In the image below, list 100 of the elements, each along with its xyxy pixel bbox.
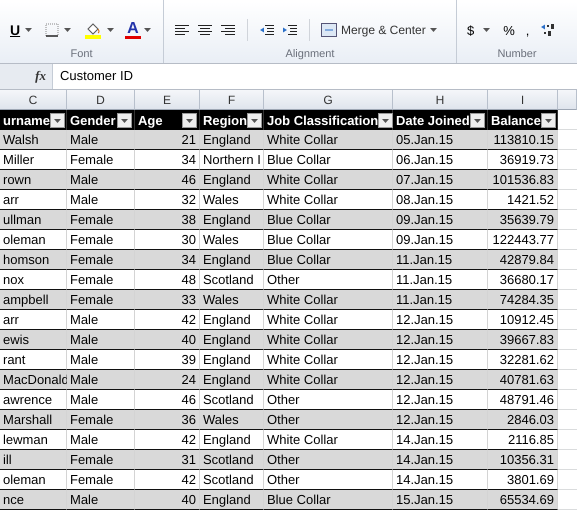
table-cell: 10356.31: [488, 450, 558, 470]
table-cell: 40: [135, 490, 200, 510]
table-cell: 38: [135, 210, 200, 230]
table-cell: rown: [0, 170, 67, 190]
table-cell: Blue Collar: [264, 250, 393, 270]
column-header[interactable]: D: [67, 90, 135, 110]
table-cell: White Collar: [264, 370, 393, 390]
underline-button[interactable]: U: [8, 22, 22, 38]
table-cell: England: [200, 170, 264, 190]
column-header[interactable]: C: [0, 90, 67, 110]
table-cell: 101536.83: [488, 170, 558, 190]
table-cell: 31: [135, 450, 200, 470]
dropdown-arrow-icon[interactable]: [25, 28, 32, 32]
table-cell: 15.Jan.15: [393, 490, 488, 510]
table-cell: Male: [67, 170, 135, 190]
table-cell: Female: [67, 250, 135, 270]
column-header[interactable]: F: [200, 90, 264, 110]
filter-button-icon[interactable]: [378, 112, 394, 128]
table-cell: 46: [135, 170, 200, 190]
filter-button-icon[interactable]: [117, 112, 132, 128]
table-cell: 11.Jan.15: [393, 250, 488, 270]
table-cell: Female: [67, 410, 135, 430]
table-cell: Blue Collar: [264, 490, 393, 510]
table-header-cell: Date Joined: [393, 110, 488, 130]
table-cell: 21: [135, 130, 200, 150]
table-cell: Other: [264, 450, 393, 470]
table-cell: White Collar: [264, 170, 393, 190]
table-cell: 65534.69: [488, 490, 558, 510]
table-cell: 12.Jan.15: [393, 330, 488, 350]
table-cell: Male: [67, 130, 135, 150]
align-icon[interactable]: [197, 24, 213, 36]
table-cell: Female: [67, 210, 135, 230]
table-cell: ewis: [0, 330, 67, 350]
decimal-arrows-icon[interactable]: [540, 23, 556, 37]
merge-center-button[interactable]: Merge & Center: [319, 23, 439, 37]
table-cell: Male: [67, 330, 135, 350]
table-cell: Male: [67, 490, 135, 510]
font-color-button[interactable]: A: [125, 22, 141, 38]
table-cell: White Collar: [264, 290, 393, 310]
table-header-cell: urname: [0, 110, 67, 130]
table-cell: Female: [67, 450, 135, 470]
merge-cells-icon: [321, 23, 337, 37]
table-cell: ampbell: [0, 290, 67, 310]
column-header[interactable]: I: [488, 90, 558, 110]
table-cell: England: [200, 370, 264, 390]
table-cell: 113810.15: [488, 130, 558, 150]
increase-indent-icon[interactable]: [282, 24, 298, 36]
currency-button[interactable]: $: [465, 22, 476, 38]
table-cell: ill: [0, 450, 67, 470]
table-cell: 11.Jan.15: [393, 290, 488, 310]
comma-button[interactable]: ,: [524, 22, 532, 38]
align-icon[interactable]: [220, 24, 236, 36]
decrease-indent-icon[interactable]: [259, 24, 275, 36]
filter-button-icon[interactable]: [470, 112, 485, 128]
table-cell: 40: [135, 330, 200, 350]
table-cell: 05.Jan.15: [393, 130, 488, 150]
table-header-cell: Job Classification: [264, 110, 393, 130]
table-cell: 74284.35: [488, 290, 558, 310]
table-header-cell: Region: [200, 110, 264, 130]
filter-button-icon[interactable]: [247, 112, 262, 128]
dropdown-arrow-icon[interactable]: [483, 28, 490, 32]
table-cell: nce: [0, 490, 67, 510]
function-label[interactable]: fx: [0, 64, 52, 89]
filter-button-icon[interactable]: [50, 112, 65, 128]
dropdown-arrow-icon[interactable]: [107, 28, 114, 32]
table-cell: 33: [135, 290, 200, 310]
table-header-cell: Gender: [67, 110, 135, 130]
table-cell: 39667.83: [488, 330, 558, 350]
dropdown-arrow-icon: [430, 28, 437, 32]
formula-field[interactable]: Customer ID: [52, 64, 577, 89]
table-cell: MacDonald: [0, 370, 67, 390]
column-header[interactable]: E: [135, 90, 200, 110]
table-cell: 2846.03: [488, 410, 558, 430]
table-cell: England: [200, 210, 264, 230]
column-header[interactable]: G: [264, 90, 393, 110]
table-cell: Walsh: [0, 130, 67, 150]
table-cell: England: [200, 330, 264, 350]
dropdown-arrow-icon[interactable]: [144, 28, 151, 32]
table-header-cell: Balance: [488, 110, 558, 130]
table-cell: England: [200, 490, 264, 510]
percent-button[interactable]: %: [501, 22, 517, 38]
table-cell: 12.Jan.15: [393, 370, 488, 390]
align-icon[interactable]: [174, 24, 190, 36]
table-cell: England: [200, 250, 264, 270]
table-cell: 40781.63: [488, 370, 558, 390]
table-cell: 12.Jan.15: [393, 410, 488, 430]
group-label: Font: [70, 48, 92, 60]
table-cell: 34: [135, 250, 200, 270]
group-label: Alignment: [286, 48, 334, 60]
dropdown-arrow-icon[interactable]: [64, 28, 72, 32]
table-header-cell: Age: [135, 110, 200, 130]
table-cell: White Collar: [264, 330, 393, 350]
table-cell: homson: [0, 250, 67, 270]
borders-button[interactable]: [43, 23, 62, 37]
table-cell: ullman: [0, 210, 67, 230]
table-cell: 09.Jan.15: [393, 210, 488, 230]
table-cell: 14.Jan.15: [393, 450, 488, 470]
column-header[interactable]: H: [393, 90, 488, 110]
filter-button-icon[interactable]: [182, 112, 197, 128]
filter-button-icon[interactable]: [540, 112, 556, 128]
